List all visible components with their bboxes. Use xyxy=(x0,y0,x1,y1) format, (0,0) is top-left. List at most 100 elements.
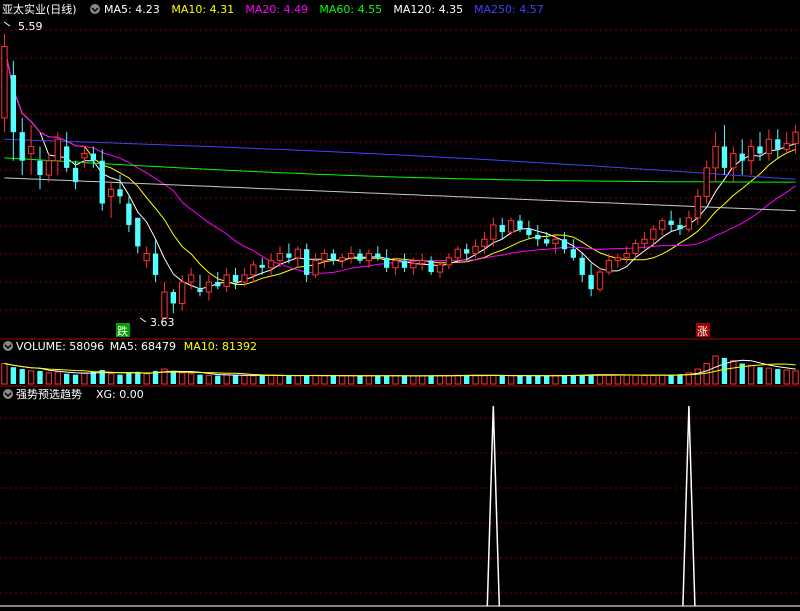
volume-ma-lines xyxy=(4,359,796,377)
volume-bar xyxy=(499,375,505,384)
candle xyxy=(357,249,363,264)
candle xyxy=(339,253,346,268)
candle xyxy=(783,132,790,154)
candle xyxy=(535,224,541,247)
volume-bar xyxy=(544,375,550,384)
candle-body xyxy=(632,243,639,255)
candle-body xyxy=(428,260,434,273)
volume-bar xyxy=(579,374,585,384)
candle xyxy=(161,282,168,319)
volume-bar xyxy=(490,375,497,385)
candle-body xyxy=(375,253,381,258)
volume-bar xyxy=(27,370,35,385)
volume-bar xyxy=(668,374,674,384)
candle-body xyxy=(10,75,16,133)
candle-body xyxy=(614,257,621,262)
xg-spike xyxy=(682,405,696,607)
volume-bar xyxy=(677,374,683,384)
candle-body xyxy=(765,138,773,155)
candle-body xyxy=(588,274,594,290)
volume-bar xyxy=(401,375,408,384)
ma-lines xyxy=(3,46,796,290)
volume-bar xyxy=(19,369,25,384)
volume-bar xyxy=(107,373,115,385)
candle-body xyxy=(730,153,737,169)
candle-body xyxy=(721,146,728,168)
candle xyxy=(526,220,532,240)
candle-body xyxy=(685,217,693,230)
volume-bar xyxy=(552,374,559,385)
volume-bar xyxy=(304,375,310,384)
volume-bar xyxy=(392,375,399,385)
candle-body xyxy=(454,248,461,259)
candle xyxy=(126,196,132,233)
ma10-line xyxy=(3,46,796,285)
volume-bar xyxy=(117,374,123,384)
volume-header: VOLUME: 58096 MA5: 68479 MA10: 81392 xyxy=(3,340,257,353)
candle xyxy=(668,210,674,233)
candle-body xyxy=(535,234,541,240)
candle-body xyxy=(419,260,426,264)
volume-bar xyxy=(215,375,221,384)
volume-bar xyxy=(365,375,373,385)
candle-body xyxy=(792,131,799,145)
candle-body xyxy=(579,257,585,275)
candle-body xyxy=(267,260,275,269)
candle-body xyxy=(703,167,710,197)
candle xyxy=(90,146,96,168)
candle xyxy=(401,253,408,273)
candle-body xyxy=(365,253,373,262)
candle-body xyxy=(152,253,159,275)
fall-marker: 跌 xyxy=(116,323,130,338)
volume-bar xyxy=(775,369,781,384)
header-toggle-icon[interactable] xyxy=(90,4,100,14)
stock-chart: 亚太实业(日线) MA5: 4.23 MA10: 4.31 MA20: 4.49 MA… xyxy=(0,2,800,607)
volume-bars xyxy=(1,355,799,385)
ma20-line xyxy=(3,46,796,274)
indicator-toggle-icon[interactable] xyxy=(3,389,13,399)
fall-mark: 跌 xyxy=(117,324,128,338)
volume-bar xyxy=(436,375,444,385)
candle-body xyxy=(401,260,408,268)
candle-body xyxy=(384,257,390,268)
candle xyxy=(64,132,70,173)
price-grid xyxy=(0,29,800,311)
candle xyxy=(267,253,275,275)
volume-bar xyxy=(623,374,630,385)
ma-label: MA10: 4.31 xyxy=(171,3,234,16)
indicator-title: 强势预选趋势 xyxy=(16,388,82,401)
candle xyxy=(685,210,693,233)
indicator-value: XG: 0.00 xyxy=(96,388,144,401)
low-label: 3.63 xyxy=(150,316,175,329)
volume-toggle-icon[interactable] xyxy=(3,341,13,351)
candle-body xyxy=(276,253,284,262)
candle-body xyxy=(143,253,150,262)
candle-body xyxy=(187,274,195,283)
candle-body xyxy=(659,220,666,230)
candle xyxy=(365,249,373,268)
candle-body xyxy=(90,153,96,161)
volume-bar xyxy=(143,373,150,385)
ma-label: MA120: 4.35 xyxy=(393,3,463,16)
stock-title: 亚太实业(日线) xyxy=(2,2,77,16)
volume-bar xyxy=(1,362,8,385)
candle-body xyxy=(259,264,265,268)
candle-body xyxy=(641,238,648,245)
volume-bar xyxy=(632,374,639,385)
volume-bar xyxy=(454,374,461,385)
volume-bar xyxy=(384,375,390,384)
volume-bar xyxy=(170,370,176,384)
candle-body xyxy=(45,160,53,176)
candle xyxy=(27,125,35,175)
volume-bar xyxy=(286,375,292,384)
candle xyxy=(596,267,604,293)
candle-body xyxy=(499,224,505,233)
candle xyxy=(321,249,328,268)
volume-bar xyxy=(259,375,265,384)
volume-bar xyxy=(126,372,132,384)
volume-bar xyxy=(330,375,336,384)
candle-body xyxy=(650,228,657,240)
candle xyxy=(294,246,301,268)
candle xyxy=(730,146,737,183)
volume-bar xyxy=(205,375,213,385)
